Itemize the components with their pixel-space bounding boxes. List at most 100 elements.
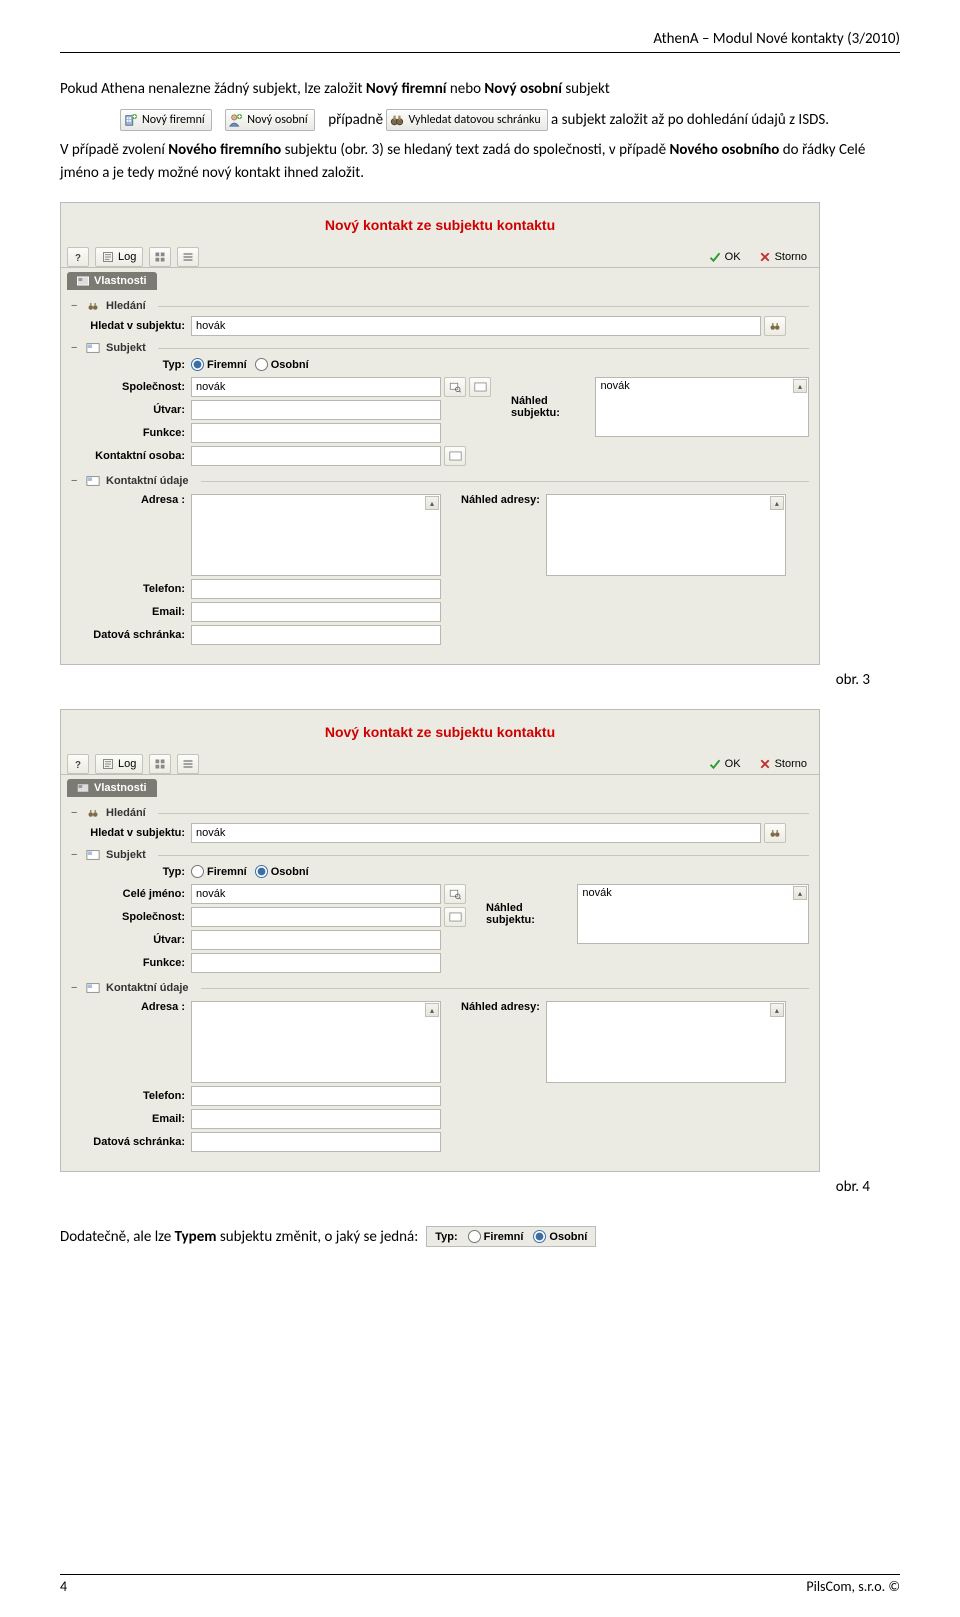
card-icon [449, 450, 462, 462]
address-input[interactable]: ▴ [191, 1001, 441, 1083]
radio-firemni[interactable]: Firemní [191, 358, 247, 371]
label-fullname: Celé jméno: [71, 888, 191, 900]
paragraph-2: Nový firemní Nový osobní případně Vyhled… [60, 109, 900, 132]
help-icon: ? [72, 251, 84, 263]
company-input[interactable] [191, 907, 441, 927]
toolbar-button[interactable] [177, 754, 199, 774]
text: případně [328, 111, 386, 129]
collapse-toggle[interactable]: − [71, 982, 80, 994]
scroll-up-icon[interactable]: ▴ [425, 496, 439, 510]
collapse-toggle[interactable]: − [71, 342, 80, 354]
radio-label: Firemní [484, 1231, 524, 1243]
cancel-button[interactable]: Storno [753, 754, 813, 774]
fullname-input[interactable] [191, 884, 441, 904]
function-input[interactable] [191, 953, 441, 973]
card-button[interactable] [469, 377, 491, 397]
toolbar-button[interactable] [149, 247, 171, 267]
radio-osobni[interactable]: Osobní [255, 358, 309, 371]
collapse-toggle[interactable]: − [71, 475, 80, 487]
lookup-button[interactable] [444, 884, 466, 904]
group-title: Kontaktní údaje [106, 475, 189, 487]
toolbar-button[interactable] [149, 754, 171, 774]
log-label: Log [118, 251, 136, 263]
radio-label: Firemní [207, 359, 247, 371]
label-databox: Datová schránka: [71, 1136, 191, 1148]
check-icon [709, 251, 721, 263]
tab-properties[interactable]: Vlastnosti [67, 779, 157, 797]
scroll-up-icon[interactable]: ▴ [793, 379, 807, 393]
binoculars-icon [768, 827, 782, 839]
email-input[interactable] [191, 1109, 441, 1129]
collapse-toggle[interactable]: − [71, 300, 80, 312]
contact-person-input[interactable] [191, 446, 441, 466]
department-input[interactable] [191, 400, 441, 420]
text-bold: Nový firemní [366, 80, 447, 98]
text: nebo [450, 80, 485, 98]
radio-osobni[interactable]: Osobní [533, 1230, 587, 1243]
list-icon [182, 758, 194, 770]
card-button[interactable] [444, 446, 466, 466]
scroll-up-icon[interactable]: ▴ [770, 1003, 784, 1017]
lookup-button[interactable] [444, 377, 466, 397]
log-label: Log [118, 758, 136, 770]
log-button[interactable]: Log [95, 754, 143, 774]
scroll-up-icon[interactable]: ▴ [425, 1003, 439, 1017]
svg-text:?: ? [75, 253, 81, 263]
grid-icon [154, 758, 166, 770]
page-header: AthenA – Modul Nové kontakty (3/2010) [60, 30, 900, 48]
tab-properties[interactable]: Vlastnosti [67, 272, 157, 290]
radio-firemni[interactable]: Firemní [468, 1230, 524, 1243]
paragraph-4: Dodatečně, ale lze Typem subjektu změnit… [60, 1226, 900, 1247]
databox-input[interactable] [191, 1132, 441, 1152]
ok-button[interactable]: OK [703, 754, 747, 774]
help-button[interactable]: ? [67, 754, 89, 774]
address-input[interactable]: ▴ [191, 494, 441, 576]
label-address: Adresa : [71, 494, 191, 506]
subject-preview: novák ▴ [595, 377, 809, 437]
radio-firemni[interactable]: Firemní [191, 865, 247, 878]
cross-icon [759, 758, 771, 770]
address-preview: ▴ [546, 494, 786, 576]
text: V případě zvolení [60, 141, 168, 159]
new-company-button[interactable]: Nový firemní [120, 109, 212, 131]
phone-input[interactable] [191, 579, 441, 599]
label-company: Společnost: [71, 381, 191, 393]
email-input[interactable] [191, 602, 441, 622]
svg-text:?: ? [75, 760, 81, 770]
function-input[interactable] [191, 423, 441, 443]
label-search: Hledat v subjektu: [71, 827, 191, 839]
search-action-button[interactable] [764, 316, 786, 336]
department-input[interactable] [191, 930, 441, 950]
text: subjekt [565, 80, 609, 98]
search-action-button[interactable] [764, 823, 786, 843]
scroll-up-icon[interactable]: ▴ [770, 496, 784, 510]
search-input[interactable] [191, 823, 761, 843]
help-button[interactable]: ? [67, 247, 89, 267]
new-person-button[interactable]: Nový osobní [225, 109, 314, 131]
person-plus-icon [229, 113, 243, 127]
scroll-up-icon[interactable]: ▴ [793, 886, 807, 900]
ok-button[interactable]: OK [703, 247, 747, 267]
card-button[interactable] [444, 907, 466, 927]
find-databox-button[interactable]: Vyhledat datovou schránku [386, 109, 547, 131]
toolbar-button[interactable] [177, 247, 199, 267]
label-function: Funkce: [71, 957, 191, 969]
databox-input[interactable] [191, 625, 441, 645]
cancel-label: Storno [775, 251, 807, 263]
log-button[interactable]: Log [95, 247, 143, 267]
phone-input[interactable] [191, 1086, 441, 1106]
company-input[interactable] [191, 377, 441, 397]
collapse-toggle[interactable]: − [71, 807, 80, 819]
radio-osobni[interactable]: Osobní [255, 865, 309, 878]
label-type: Typ: [435, 1231, 457, 1243]
collapse-toggle[interactable]: − [71, 849, 80, 861]
tab-label: Vlastnosti [94, 782, 147, 794]
cancel-button[interactable]: Storno [753, 247, 813, 267]
tab-bar: Vlastnosti [61, 268, 819, 290]
text: subjektu (obr. 3) se hledaný text zadá d… [285, 141, 670, 159]
text-bold: Nového firemního [168, 141, 281, 159]
search-input[interactable] [191, 316, 761, 336]
preview-text: novák [600, 380, 629, 392]
form-title: Nový kontakt ze subjektu kontaktu [61, 710, 819, 752]
label-contact-person: Kontaktní osoba: [71, 450, 191, 462]
